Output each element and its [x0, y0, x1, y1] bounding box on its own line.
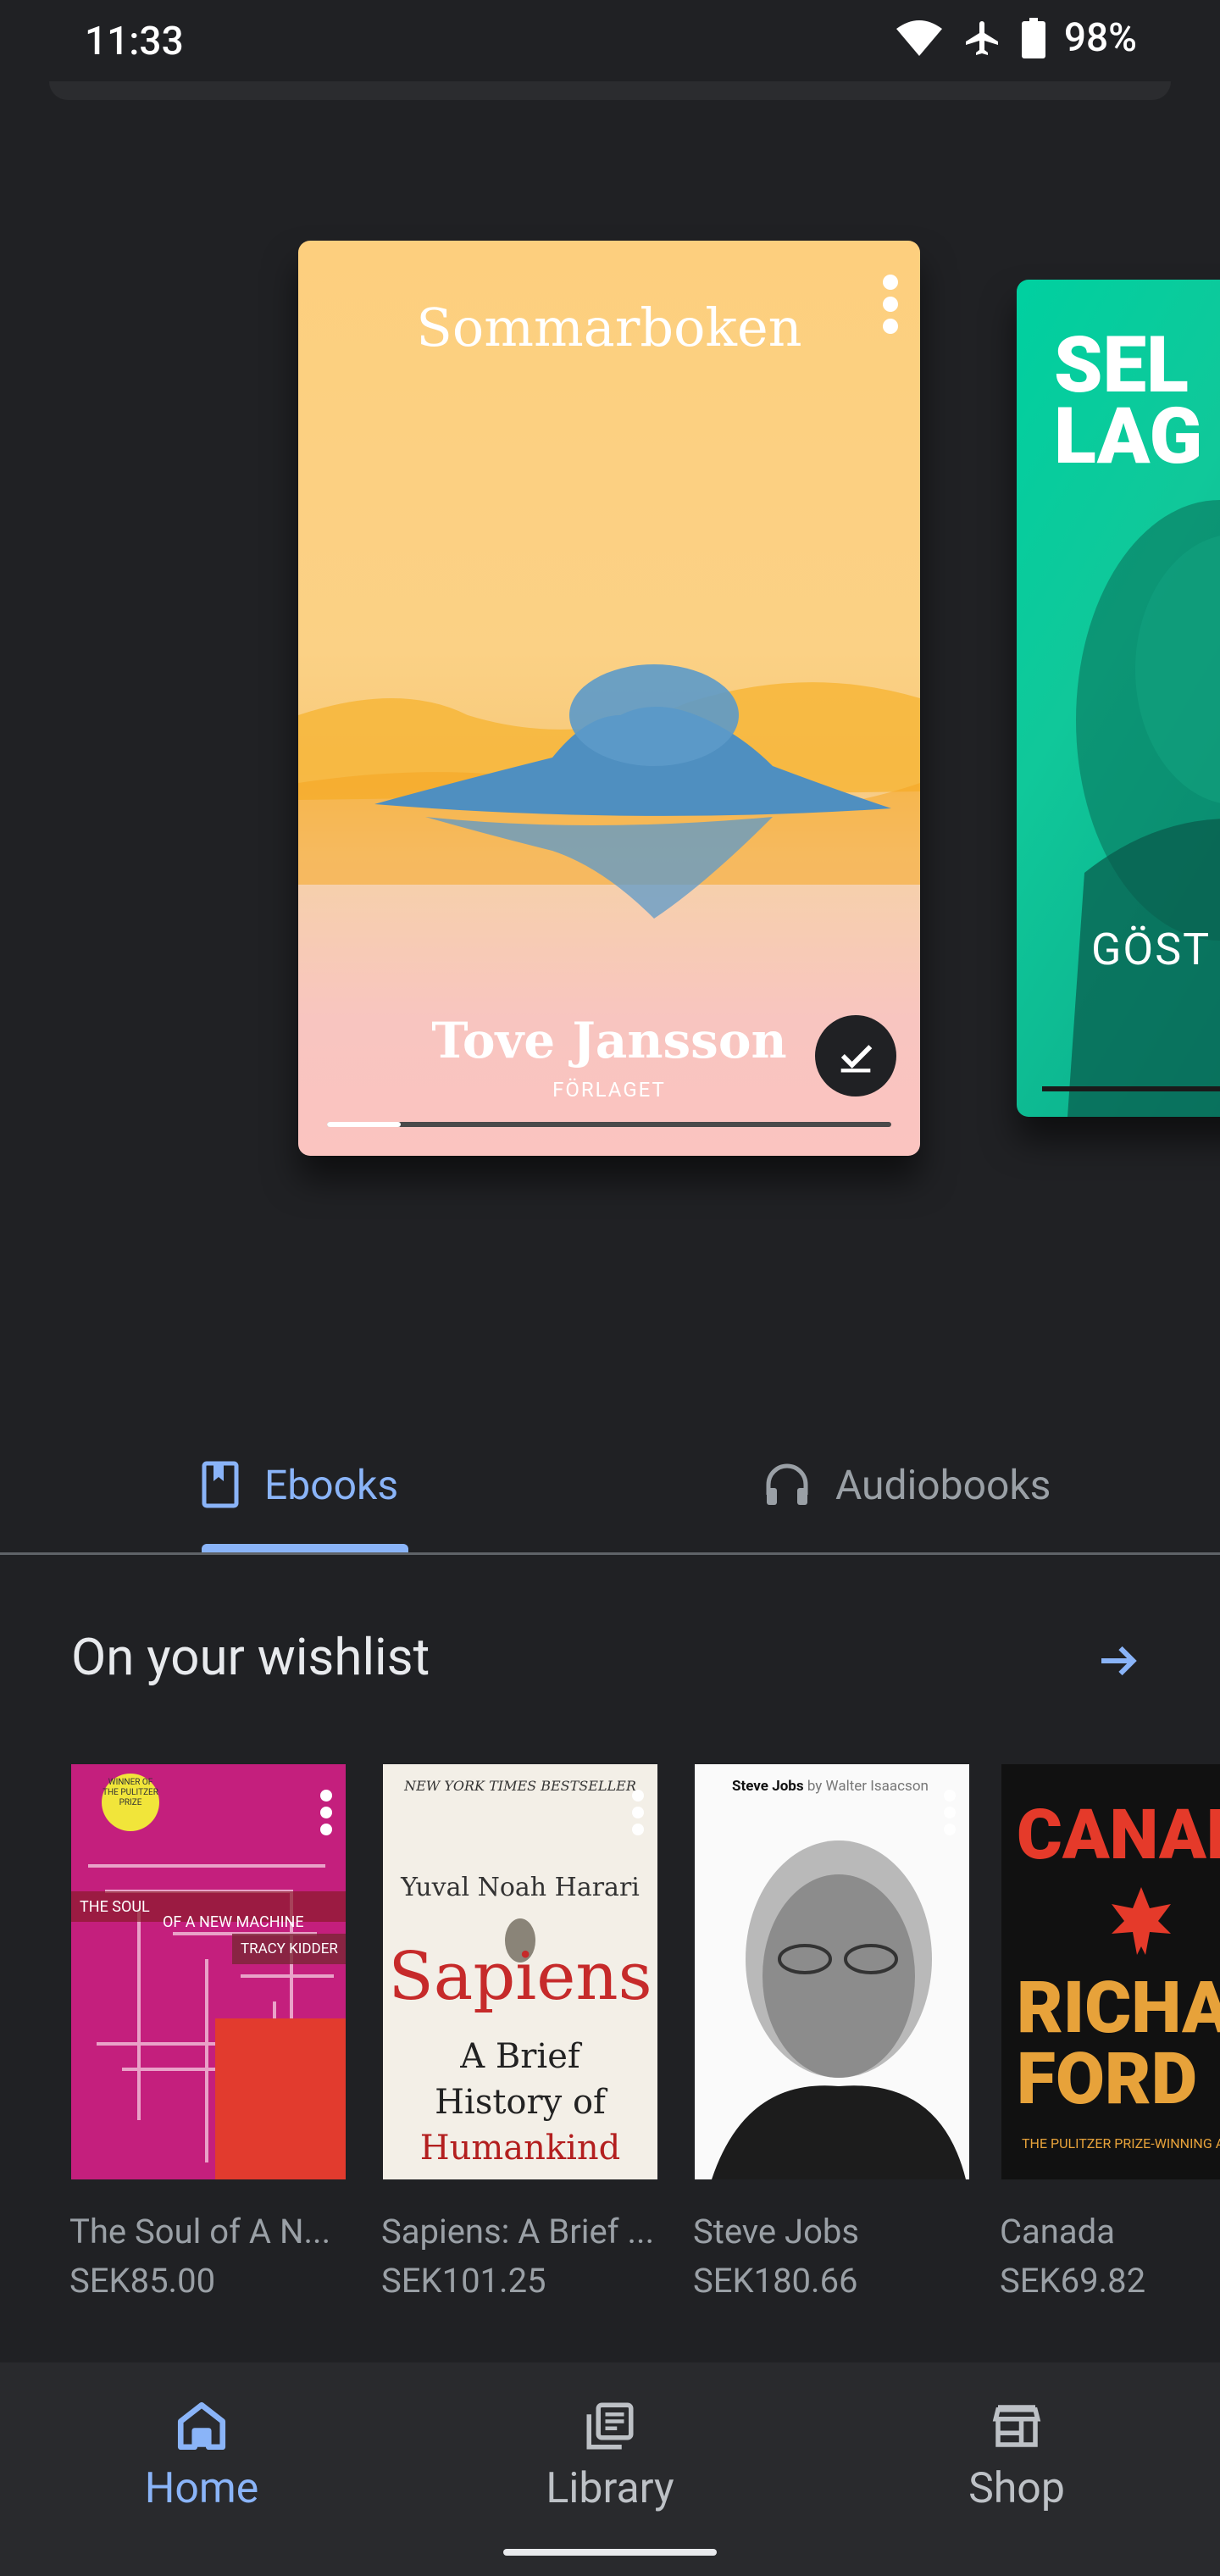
cover-title: CANAD: [1017, 1795, 1220, 1876]
arrow-forward-icon[interactable]: [1093, 1635, 1144, 1686]
book-cover-author: GÖST: [1091, 924, 1212, 975]
more-options-icon[interactable]: [944, 1790, 956, 1840]
nav-library[interactable]: Library: [483, 2362, 737, 2549]
tab-audiobooks-label: Audiobooks: [835, 1460, 1051, 1509]
circuit-pattern-image: [71, 1764, 346, 2179]
battery-percentage: 98%: [1063, 15, 1137, 61]
cover-title-part2: OF A NEW MACHINE: [163, 1913, 304, 1931]
cover-title-line: Steve Jobs by Walter Isaacson: [732, 1778, 929, 1795]
book-icon: [202, 1461, 239, 1508]
content-type-tabs: Ebooks Audiobooks: [0, 1417, 1220, 1555]
book-card-sommarboken[interactable]: Sommarboken Tove Jansson FÖRLAGET: [298, 241, 920, 1156]
wishlist-item-title[interactable]: The Soul of A N...: [69, 2212, 330, 2251]
nav-shop[interactable]: Shop: [890, 2362, 1144, 2549]
book-cover-title: SEL LAG: [1054, 320, 1203, 482]
selected-tab-indicator: [202, 1544, 408, 1552]
wishlist-item-price: SEK85.00: [69, 2261, 216, 2301]
wishlist-item-price: SEK69.82: [1000, 2261, 1146, 2301]
more-options-icon[interactable]: [881, 275, 901, 339]
tab-audiobooks[interactable]: Audiobooks: [764, 1417, 1051, 1552]
status-bar: 11:33 98%: [0, 0, 1220, 85]
download-done-icon: [840, 1045, 873, 1073]
drag-handle-panel[interactable]: [49, 81, 1171, 100]
battery-icon: [1021, 18, 1045, 58]
wishlist-cover-sapiens[interactable]: NEW YORK TIMES BESTSELLER Yuval Noah Har…: [383, 1764, 657, 2179]
nav-home[interactable]: Home: [75, 2362, 329, 2549]
wishlist-heading: On your wishlist: [71, 1627, 430, 1687]
cover-author: TRACY KIDDER: [241, 1940, 338, 1957]
gesture-navigation-bar[interactable]: [503, 2549, 717, 2556]
wishlist-item-price: SEK180.66: [693, 2261, 858, 2301]
cover-tagline: THE PULITZER PRIZE-WINNING AU: [1022, 2135, 1220, 2151]
home-icon: [177, 2401, 226, 2451]
reading-progress-track: [327, 1122, 891, 1127]
nav-library-label: Library: [546, 2464, 674, 2513]
more-options-icon[interactable]: [320, 1790, 332, 1840]
reading-progress-fill: [327, 1122, 401, 1127]
downloaded-badge: [815, 1015, 896, 1096]
library-icon: [586, 2402, 634, 2450]
wishlist-item-title[interactable]: Steve Jobs: [693, 2212, 859, 2251]
wishlist-item-title[interactable]: Canada: [1000, 2212, 1115, 2251]
nav-home-label: Home: [144, 2464, 259, 2513]
status-icons: 98%: [895, 15, 1137, 61]
cover-banner: NEW YORK TIMES BESTSELLER: [404, 1778, 636, 1794]
wifi-icon: [896, 20, 942, 56]
wishlist-cover-steve-jobs[interactable]: Steve Jobs by Walter Isaacson: [695, 1764, 969, 2179]
more-options-icon[interactable]: [632, 1790, 644, 1840]
cover-title-part1: THE SOUL: [80, 1898, 150, 1916]
tab-ebooks[interactable]: Ebooks: [202, 1417, 398, 1552]
wishlist-item-title[interactable]: Sapiens: A Brief ...: [381, 2212, 654, 2251]
cover-subtitle: A Brief History of Humankind: [419, 2037, 621, 2168]
store-icon: [992, 2405, 1041, 2447]
pulitzer-badge: WINNER OF THE PULITZER PRIZE: [103, 1778, 158, 1807]
cover-author: RICHAR FORD: [1017, 1966, 1220, 2121]
status-time: 11:33: [85, 19, 184, 64]
maple-leaf-icon: [1112, 1887, 1171, 1955]
reading-progress-track: [1042, 1086, 1220, 1091]
cover-title: Sapiens: [388, 1939, 652, 2015]
airplane-mode-icon: [965, 21, 998, 55]
bottom-navigation: Home Library Shop: [0, 2362, 1220, 2576]
headphones-icon: [766, 1463, 808, 1505]
nav-shop-label: Shop: [968, 2464, 1065, 2513]
wishlist-item-price: SEK101.25: [381, 2261, 546, 2301]
cover-author: Yuval Noah Harari: [401, 1873, 640, 1902]
book-card-second[interactable]: SEL LAG GÖST: [1017, 280, 1220, 1117]
tab-ebooks-label: Ebooks: [264, 1460, 399, 1509]
book-cover-title: Sommarboken: [416, 297, 802, 358]
wishlist-cover-canada[interactable]: CANAD RICHAR FORD THE PULITZER PRIZE-WIN…: [1001, 1764, 1220, 2179]
wishlist-cover-soul-of-a-new-machine[interactable]: WINNER OF THE PULITZER PRIZE THE SOUL OF…: [71, 1764, 346, 2179]
portrait-photo: [695, 1764, 969, 2179]
